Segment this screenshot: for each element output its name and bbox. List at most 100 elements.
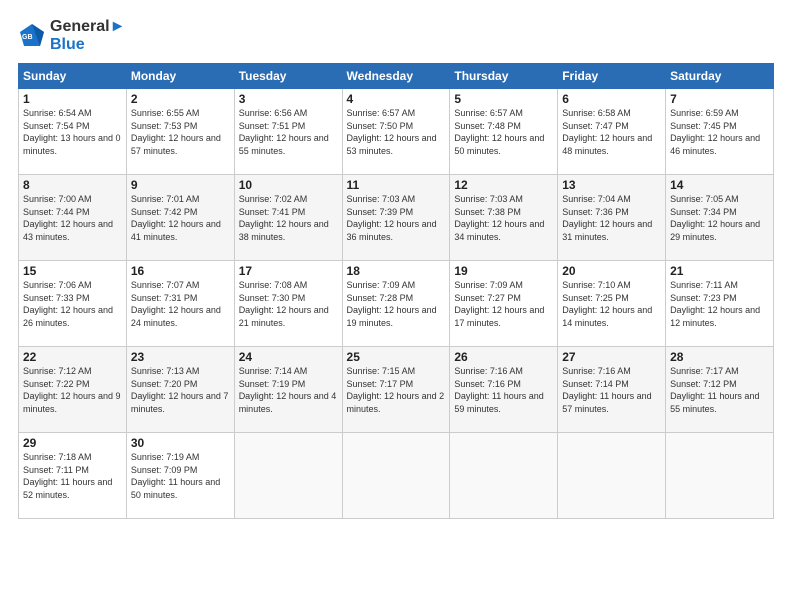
day-number: 3 bbox=[239, 92, 338, 106]
day-info: Sunrise: 6:56 AM Sunset: 7:51 PM Dayligh… bbox=[239, 107, 338, 157]
table-row: 16 Sunrise: 7:07 AM Sunset: 7:31 PM Dayl… bbox=[126, 261, 234, 347]
day-number: 10 bbox=[239, 178, 338, 192]
day-number: 27 bbox=[562, 350, 661, 364]
col-tuesday: Tuesday bbox=[234, 64, 342, 89]
table-row: 24 Sunrise: 7:14 AM Sunset: 7:19 PM Dayl… bbox=[234, 347, 342, 433]
day-info: Sunrise: 7:01 AM Sunset: 7:42 PM Dayligh… bbox=[131, 193, 230, 243]
table-row: 3 Sunrise: 6:56 AM Sunset: 7:51 PM Dayli… bbox=[234, 89, 342, 175]
day-info: Sunrise: 7:11 AM Sunset: 7:23 PM Dayligh… bbox=[670, 279, 769, 329]
day-number: 16 bbox=[131, 264, 230, 278]
day-number: 4 bbox=[347, 92, 446, 106]
table-row: 18 Sunrise: 7:09 AM Sunset: 7:28 PM Dayl… bbox=[342, 261, 450, 347]
day-info: Sunrise: 7:02 AM Sunset: 7:41 PM Dayligh… bbox=[239, 193, 338, 243]
day-info: Sunrise: 7:09 AM Sunset: 7:27 PM Dayligh… bbox=[454, 279, 553, 329]
table-row bbox=[558, 433, 666, 519]
day-number: 15 bbox=[23, 264, 122, 278]
col-sunday: Sunday bbox=[19, 64, 127, 89]
table-row: 14 Sunrise: 7:05 AM Sunset: 7:34 PM Dayl… bbox=[666, 175, 774, 261]
table-row: 22 Sunrise: 7:12 AM Sunset: 7:22 PM Dayl… bbox=[19, 347, 127, 433]
logo-text: General► Blue bbox=[50, 18, 125, 53]
day-number: 18 bbox=[347, 264, 446, 278]
calendar-header-row: Sunday Monday Tuesday Wednesday Thursday… bbox=[19, 64, 774, 89]
day-info: Sunrise: 7:06 AM Sunset: 7:33 PM Dayligh… bbox=[23, 279, 122, 329]
page-header: GB General► Blue bbox=[18, 18, 774, 53]
day-number: 1 bbox=[23, 92, 122, 106]
day-number: 12 bbox=[454, 178, 553, 192]
day-number: 17 bbox=[239, 264, 338, 278]
day-info: Sunrise: 7:05 AM Sunset: 7:34 PM Dayligh… bbox=[670, 193, 769, 243]
day-info: Sunrise: 7:12 AM Sunset: 7:22 PM Dayligh… bbox=[23, 365, 122, 415]
calendar-week-row: 29 Sunrise: 7:18 AM Sunset: 7:11 PM Dayl… bbox=[19, 433, 774, 519]
table-row: 19 Sunrise: 7:09 AM Sunset: 7:27 PM Dayl… bbox=[450, 261, 558, 347]
day-number: 23 bbox=[131, 350, 230, 364]
table-row: 15 Sunrise: 7:06 AM Sunset: 7:33 PM Dayl… bbox=[19, 261, 127, 347]
logo-icon: GB bbox=[18, 22, 46, 50]
table-row: 11 Sunrise: 7:03 AM Sunset: 7:39 PM Dayl… bbox=[342, 175, 450, 261]
calendar-week-row: 22 Sunrise: 7:12 AM Sunset: 7:22 PM Dayl… bbox=[19, 347, 774, 433]
day-info: Sunrise: 6:55 AM Sunset: 7:53 PM Dayligh… bbox=[131, 107, 230, 157]
table-row: 1 Sunrise: 6:54 AM Sunset: 7:54 PM Dayli… bbox=[19, 89, 127, 175]
table-row bbox=[234, 433, 342, 519]
calendar-table: Sunday Monday Tuesday Wednesday Thursday… bbox=[18, 63, 774, 519]
calendar-week-row: 15 Sunrise: 7:06 AM Sunset: 7:33 PM Dayl… bbox=[19, 261, 774, 347]
table-row: 10 Sunrise: 7:02 AM Sunset: 7:41 PM Dayl… bbox=[234, 175, 342, 261]
day-number: 6 bbox=[562, 92, 661, 106]
table-row: 27 Sunrise: 7:16 AM Sunset: 7:14 PM Dayl… bbox=[558, 347, 666, 433]
day-info: Sunrise: 6:57 AM Sunset: 7:48 PM Dayligh… bbox=[454, 107, 553, 157]
day-info: Sunrise: 7:16 AM Sunset: 7:16 PM Dayligh… bbox=[454, 365, 553, 415]
day-info: Sunrise: 7:17 AM Sunset: 7:12 PM Dayligh… bbox=[670, 365, 769, 415]
day-info: Sunrise: 7:18 AM Sunset: 7:11 PM Dayligh… bbox=[23, 451, 122, 501]
col-wednesday: Wednesday bbox=[342, 64, 450, 89]
day-number: 29 bbox=[23, 436, 122, 450]
table-row bbox=[450, 433, 558, 519]
calendar-week-row: 1 Sunrise: 6:54 AM Sunset: 7:54 PM Dayli… bbox=[19, 89, 774, 175]
table-row: 5 Sunrise: 6:57 AM Sunset: 7:48 PM Dayli… bbox=[450, 89, 558, 175]
day-number: 25 bbox=[347, 350, 446, 364]
day-info: Sunrise: 7:04 AM Sunset: 7:36 PM Dayligh… bbox=[562, 193, 661, 243]
day-info: Sunrise: 7:03 AM Sunset: 7:39 PM Dayligh… bbox=[347, 193, 446, 243]
day-info: Sunrise: 7:19 AM Sunset: 7:09 PM Dayligh… bbox=[131, 451, 230, 501]
day-number: 30 bbox=[131, 436, 230, 450]
table-row bbox=[666, 433, 774, 519]
day-info: Sunrise: 7:00 AM Sunset: 7:44 PM Dayligh… bbox=[23, 193, 122, 243]
logo: GB General► Blue bbox=[18, 18, 125, 53]
day-info: Sunrise: 7:03 AM Sunset: 7:38 PM Dayligh… bbox=[454, 193, 553, 243]
day-number: 7 bbox=[670, 92, 769, 106]
table-row bbox=[342, 433, 450, 519]
day-number: 8 bbox=[23, 178, 122, 192]
table-row: 6 Sunrise: 6:58 AM Sunset: 7:47 PM Dayli… bbox=[558, 89, 666, 175]
day-info: Sunrise: 7:10 AM Sunset: 7:25 PM Dayligh… bbox=[562, 279, 661, 329]
table-row: 23 Sunrise: 7:13 AM Sunset: 7:20 PM Dayl… bbox=[126, 347, 234, 433]
day-number: 24 bbox=[239, 350, 338, 364]
table-row: 30 Sunrise: 7:19 AM Sunset: 7:09 PM Dayl… bbox=[126, 433, 234, 519]
col-thursday: Thursday bbox=[450, 64, 558, 89]
table-row: 8 Sunrise: 7:00 AM Sunset: 7:44 PM Dayli… bbox=[19, 175, 127, 261]
day-number: 14 bbox=[670, 178, 769, 192]
day-number: 21 bbox=[670, 264, 769, 278]
col-friday: Friday bbox=[558, 64, 666, 89]
day-info: Sunrise: 7:07 AM Sunset: 7:31 PM Dayligh… bbox=[131, 279, 230, 329]
day-number: 5 bbox=[454, 92, 553, 106]
day-number: 11 bbox=[347, 178, 446, 192]
day-number: 26 bbox=[454, 350, 553, 364]
table-row: 20 Sunrise: 7:10 AM Sunset: 7:25 PM Dayl… bbox=[558, 261, 666, 347]
svg-text:GB: GB bbox=[22, 34, 33, 41]
day-number: 20 bbox=[562, 264, 661, 278]
table-row: 9 Sunrise: 7:01 AM Sunset: 7:42 PM Dayli… bbox=[126, 175, 234, 261]
day-info: Sunrise: 7:16 AM Sunset: 7:14 PM Dayligh… bbox=[562, 365, 661, 415]
table-row: 13 Sunrise: 7:04 AM Sunset: 7:36 PM Dayl… bbox=[558, 175, 666, 261]
day-number: 28 bbox=[670, 350, 769, 364]
day-info: Sunrise: 6:59 AM Sunset: 7:45 PM Dayligh… bbox=[670, 107, 769, 157]
calendar-week-row: 8 Sunrise: 7:00 AM Sunset: 7:44 PM Dayli… bbox=[19, 175, 774, 261]
table-row: 28 Sunrise: 7:17 AM Sunset: 7:12 PM Dayl… bbox=[666, 347, 774, 433]
table-row: 29 Sunrise: 7:18 AM Sunset: 7:11 PM Dayl… bbox=[19, 433, 127, 519]
table-row: 25 Sunrise: 7:15 AM Sunset: 7:17 PM Dayl… bbox=[342, 347, 450, 433]
day-number: 13 bbox=[562, 178, 661, 192]
col-saturday: Saturday bbox=[666, 64, 774, 89]
table-row: 26 Sunrise: 7:16 AM Sunset: 7:16 PM Dayl… bbox=[450, 347, 558, 433]
table-row: 12 Sunrise: 7:03 AM Sunset: 7:38 PM Dayl… bbox=[450, 175, 558, 261]
day-info: Sunrise: 7:09 AM Sunset: 7:28 PM Dayligh… bbox=[347, 279, 446, 329]
day-number: 22 bbox=[23, 350, 122, 364]
day-info: Sunrise: 6:58 AM Sunset: 7:47 PM Dayligh… bbox=[562, 107, 661, 157]
day-number: 19 bbox=[454, 264, 553, 278]
